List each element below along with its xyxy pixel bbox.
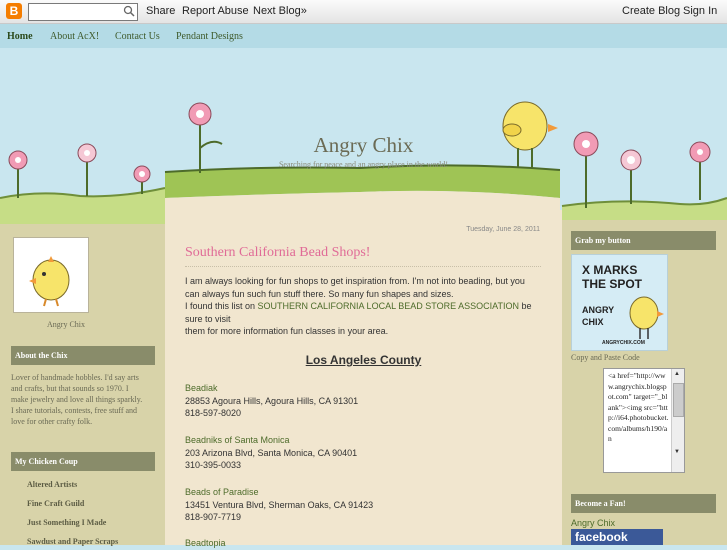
tab-contact[interactable]: Contact Us: [115, 31, 160, 42]
bead-association-link[interactable]: SOUTHERN CALIFORNIA LOCAL BEAD STORE ASS…: [258, 301, 519, 311]
chick-icon: [629, 296, 664, 339]
next-blog-link[interactable]: Next Blog»: [253, 5, 307, 17]
chick-icon: [29, 256, 70, 307]
blogger-logo-icon[interactable]: B: [6, 3, 22, 19]
tab-home[interactable]: Home: [7, 31, 33, 42]
main-post-area: Tuesday, June 28, 2011 Southern Californ…: [165, 210, 562, 548]
list-item[interactable]: Altered Artists: [27, 480, 77, 489]
blog-button-image[interactable]: X MARKS THE SPOT ANGRY CHIX ANGRYCHIX.CO…: [571, 254, 668, 351]
list-item: Beadiak 28853 Agoura Hills, Agoura Hills…: [185, 383, 359, 418]
county-heading: Los Angeles County: [305, 353, 422, 367]
share-link[interactable]: Share: [146, 5, 175, 17]
post-title[interactable]: Southern California Bead Shops!: [185, 245, 370, 261]
chicken-coup-heading: My Chicken Coup: [11, 452, 155, 471]
grab-button-heading: Grab my button: [571, 231, 716, 250]
blog-description: Searching for peace and an angry place i…: [278, 160, 449, 169]
post-date: Tuesday, June 28, 2011: [466, 226, 540, 233]
search-icon[interactable]: [123, 5, 135, 17]
embed-code-textarea[interactable]: <a href="http://www.angrychix.blogspot.c…: [603, 368, 685, 473]
copy-code-label: Copy and Paste Code: [571, 353, 640, 362]
fan-page-link[interactable]: Angry Chix: [571, 518, 615, 528]
scroll-up-icon[interactable]: ▲: [674, 371, 680, 377]
blog-header: Angry Chix Searching for peace and an an…: [0, 48, 727, 224]
list-item: Beadniks of Santa Monica 203 Arizona Blv…: [185, 435, 358, 470]
create-blog-link[interactable]: Create Blog: [622, 5, 680, 17]
about-text: Lover of handmade hobbles. I'd say arts …: [11, 373, 143, 426]
scrollbar[interactable]: ▲ ▼: [671, 369, 684, 472]
blog-title[interactable]: Angry Chix: [0, 133, 727, 158]
scroll-down-icon[interactable]: ▼: [674, 449, 680, 455]
tab-pendant-designs[interactable]: Pendant Designs: [176, 31, 243, 42]
sign-in-link[interactable]: Sign In: [683, 5, 717, 17]
tab-about[interactable]: About AcX!: [50, 31, 99, 42]
list-item[interactable]: Fine Craft Guild: [27, 499, 84, 508]
become-fan-heading: Become a Fan!: [571, 494, 716, 513]
facebook-logo[interactable]: facebook: [571, 529, 663, 545]
about-heading: About the Chix: [11, 346, 155, 365]
page-tabs: Home About AcX! Contact Us Pendant Desig…: [0, 24, 727, 48]
post-body: I am always looking for fun shops to get…: [185, 276, 532, 336]
blogger-navbar: B Share Report Abuse Next Blog» Create B…: [0, 0, 727, 24]
scroll-thumb[interactable]: [673, 383, 684, 417]
list-item: Beadtopia: [185, 538, 226, 548]
divider: [185, 266, 541, 267]
search-input[interactable]: [28, 3, 138, 21]
profile-photo[interactable]: [13, 237, 89, 313]
list-item: Beads of Paradise 13451 Ventura Blvd, Sh…: [185, 487, 374, 522]
report-abuse-link[interactable]: Report Abuse: [182, 5, 249, 17]
profile-caption: Angry Chix: [47, 320, 85, 329]
list-item[interactable]: Just Something I Made: [27, 518, 106, 527]
